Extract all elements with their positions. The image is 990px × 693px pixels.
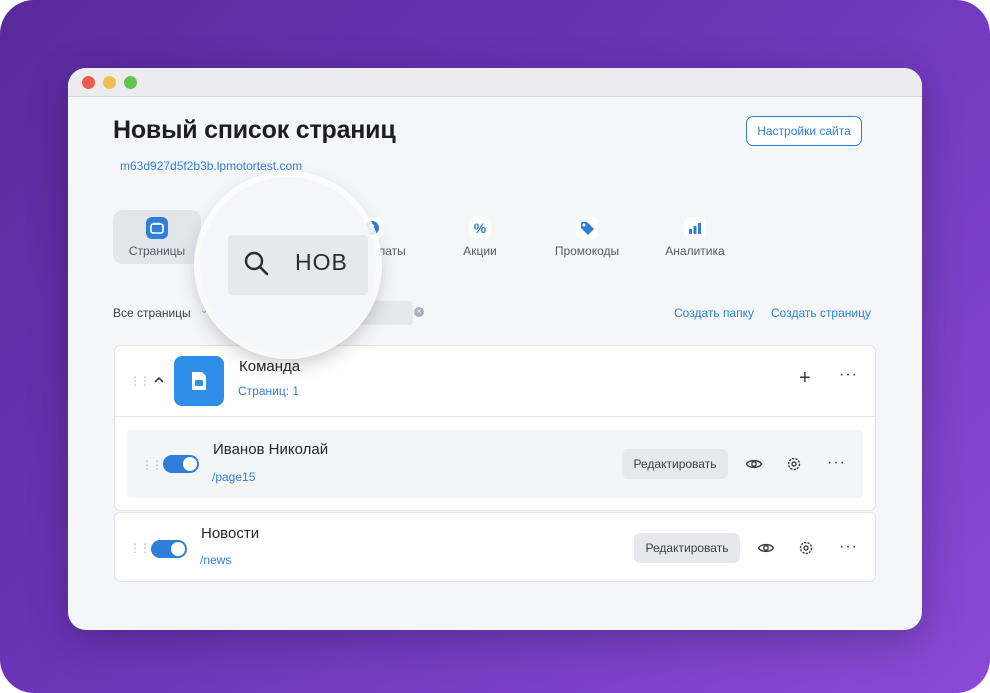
folder-page-count: Страниц: 1 xyxy=(238,384,300,398)
preview-eye-icon[interactable] xyxy=(745,455,763,473)
more-options-icon[interactable]: ··· xyxy=(839,367,858,383)
drag-handle-icon[interactable]: ⋮⋮ xyxy=(141,458,163,472)
magnified-search-input[interactable]: нов xyxy=(228,235,368,295)
folder-card: ⋮⋮ Команда Страниц: 1 + ··· ⋮⋮ Иванов Ни… xyxy=(114,345,876,511)
folder-title: Команда xyxy=(239,358,301,375)
chevron-up-icon[interactable] xyxy=(151,372,167,388)
tab-label: Аналитика xyxy=(665,244,725,258)
tab-analytics[interactable]: Аналитика xyxy=(651,210,739,264)
app-window: Новый список страниц m63d927d5f2b3b.lpmo… xyxy=(68,68,922,630)
create-page-link[interactable]: Создать страницу xyxy=(771,306,871,320)
drag-handle-icon[interactable]: ⋮⋮ xyxy=(129,541,151,555)
tab-label: Акции xyxy=(463,244,497,258)
tab-label: Страницы xyxy=(128,244,186,258)
folder-header[interactable]: ⋮⋮ Команда Страниц: 1 + ··· xyxy=(115,346,875,417)
clear-search-icon[interactable]: × xyxy=(414,307,424,317)
chart-icon xyxy=(684,217,706,239)
page-title-text: Новости xyxy=(201,525,260,542)
tab-label: Промокоды xyxy=(554,244,620,258)
close-window-button[interactable] xyxy=(82,76,95,89)
more-options-icon[interactable]: ··· xyxy=(839,539,858,555)
percent-icon: % xyxy=(469,217,491,239)
settings-gear-icon[interactable] xyxy=(797,539,815,557)
create-folder-link[interactable]: Создать папку xyxy=(674,306,754,320)
folder-icon xyxy=(174,356,224,406)
edit-page-button[interactable]: Редактировать xyxy=(622,449,728,479)
folder-page-row: ⋮⋮ Иванов Николай /page15 Редактировать … xyxy=(127,430,863,498)
search-icon xyxy=(244,251,269,276)
page-path-link[interactable]: /news xyxy=(200,553,231,567)
more-options-icon[interactable]: ··· xyxy=(827,455,846,471)
page-filter-select[interactable]: Все страницы xyxy=(113,306,191,320)
page-card: ⋮⋮ Новости /news Редактировать ··· xyxy=(114,512,876,582)
site-settings-button[interactable]: Настройки сайта xyxy=(746,116,862,146)
search-query-text: нов xyxy=(295,249,348,275)
edit-page-button[interactable]: Редактировать xyxy=(634,533,740,563)
drag-handle-icon[interactable]: ⋮⋮ xyxy=(129,374,151,388)
page-path-link[interactable]: /page15 xyxy=(212,470,255,484)
tab-pages[interactable]: Страницы xyxy=(113,210,201,264)
tab-promotions[interactable]: % Акции xyxy=(436,210,524,264)
chevron-down-icon[interactable]: ⌄ xyxy=(200,305,208,316)
svg-text:%: % xyxy=(474,220,487,236)
preview-eye-icon[interactable] xyxy=(757,539,775,557)
minimize-window-button[interactable] xyxy=(103,76,116,89)
page-title-text: Иванов Николай xyxy=(213,441,329,458)
page-toggle[interactable] xyxy=(151,540,187,558)
add-page-to-folder-button[interactable]: + xyxy=(799,368,811,388)
tab-promocodes[interactable]: Промокоды xyxy=(543,210,631,264)
page-title: Новый список страниц xyxy=(113,116,396,144)
settings-gear-icon[interactable] xyxy=(785,455,803,473)
pages-icon xyxy=(146,217,168,239)
magnifier-lens: нов xyxy=(200,177,376,353)
page-toggle[interactable] xyxy=(163,455,199,473)
maximize-window-button[interactable] xyxy=(124,76,137,89)
tab-label: латы xyxy=(378,244,406,258)
tag-icon xyxy=(576,217,598,239)
window-titlebar xyxy=(68,68,922,97)
site-domain-link[interactable]: m63d927d5f2b3b.lpmotortest.com xyxy=(120,159,302,173)
